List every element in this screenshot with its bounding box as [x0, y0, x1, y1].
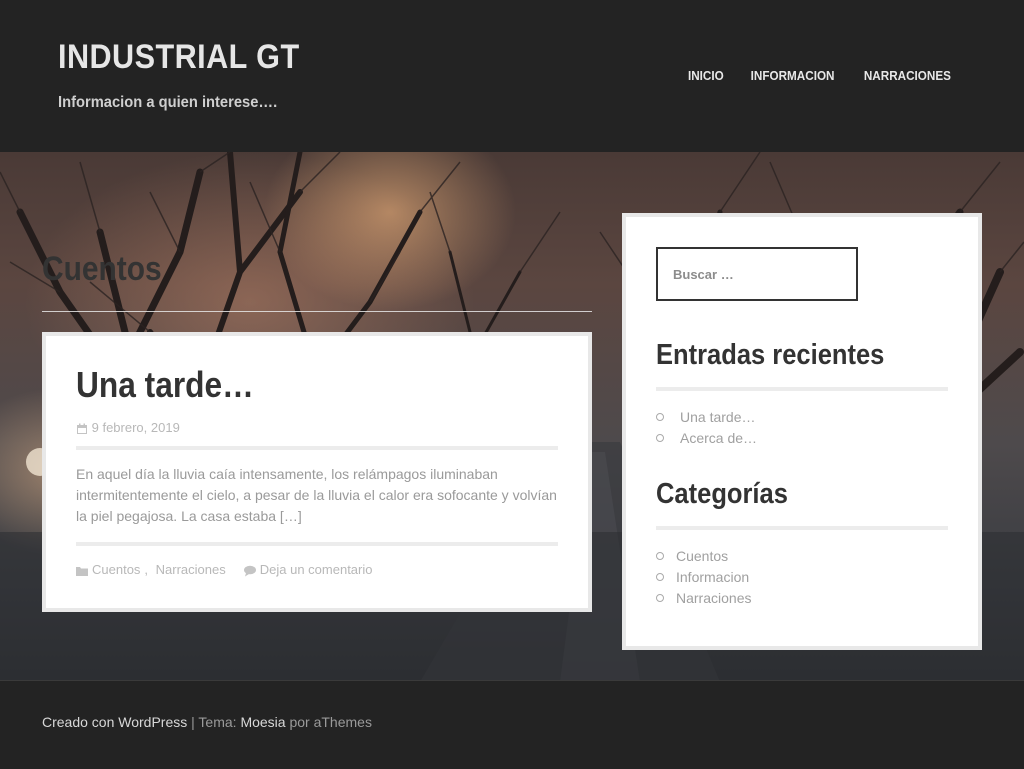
circle-bullet-icon: [656, 593, 664, 602]
site-title[interactable]: INDUSTRIAL GT: [58, 38, 300, 77]
nav-item-informacion[interactable]: INFORMACION: [751, 68, 835, 83]
circle-bullet-icon: [656, 412, 664, 421]
post-card: Una tarde… 9 febrero, 2019 En aquel día …: [42, 332, 592, 612]
comment-icon: [243, 562, 256, 577]
search-input[interactable]: Buscar …: [656, 247, 858, 301]
folder-icon: [76, 562, 88, 577]
comment-link[interactable]: Deja un comentario: [260, 562, 373, 577]
post-title[interactable]: Una tarde…: [76, 364, 254, 406]
site-header: INDUSTRIAL GT Informacion a quien intere…: [0, 0, 1024, 152]
list-item: Informacion: [656, 566, 751, 587]
nav-item-narraciones[interactable]: NARRACIONES: [864, 68, 951, 83]
categories-list: Cuentos Informacion Narraciones: [656, 545, 751, 608]
category-link[interactable]: Cuentos: [676, 548, 728, 564]
widget-separator: [656, 387, 948, 391]
site-description: Informacion a quien interese….: [58, 94, 278, 111]
search-placeholder: Buscar …: [673, 266, 734, 282]
post-excerpt: En aquel día la lluvia caía intensamente…: [76, 466, 557, 524]
category-link[interactable]: Informacion: [676, 569, 749, 585]
post-date[interactable]: 9 febrero, 2019: [92, 420, 180, 435]
category-link-narraciones[interactable]: Narraciones: [156, 562, 226, 577]
nav-item-inicio[interactable]: INICIO: [688, 68, 724, 83]
recent-posts-list: Una tarde… Acerca de…: [656, 406, 757, 448]
post-separator: [76, 542, 558, 546]
recent-posts-title: Entradas recientes: [656, 339, 885, 371]
list-item: Acerca de…: [656, 427, 757, 448]
list-item: Cuentos: [656, 545, 751, 566]
recent-post-link[interactable]: Una tarde…: [680, 409, 755, 425]
circle-bullet-icon: [656, 551, 664, 560]
footer-separator: | Tema:: [187, 714, 241, 730]
post-meta: 9 febrero, 2019: [76, 420, 180, 435]
circle-bullet-icon: [656, 433, 664, 442]
list-item: Una tarde…: [656, 406, 757, 427]
widget-separator: [656, 526, 948, 530]
post-footer: Cuentos, Narraciones Deja un comentario: [76, 562, 372, 577]
wordpress-link[interactable]: Creado con WordPress: [42, 714, 187, 730]
footer-author: por aThemes: [285, 714, 372, 730]
recent-post-link[interactable]: Acerca de…: [680, 430, 757, 446]
category-link-cuentos[interactable]: Cuentos: [92, 562, 140, 577]
category-separator: ,: [144, 562, 152, 577]
category-link[interactable]: Narraciones: [676, 590, 751, 606]
footer-credits: Creado con WordPress | Tema: Moesia por …: [42, 714, 372, 730]
theme-link[interactable]: Moesia: [240, 714, 285, 730]
archive-title: Cuentos: [42, 250, 162, 288]
circle-bullet-icon: [656, 572, 664, 581]
main-navigation: INICIO INFORMACION NARRACIONES: [686, 68, 956, 83]
categories-title: Categorías: [656, 478, 788, 510]
archive-divider: [42, 311, 592, 312]
post-separator: [76, 446, 558, 450]
site-footer: Creado con WordPress | Tema: Moesia por …: [0, 680, 1024, 769]
list-item: Narraciones: [656, 587, 751, 608]
calendar-icon: [76, 420, 92, 435]
sidebar: Buscar … Entradas recientes Una tarde… A…: [622, 213, 982, 650]
